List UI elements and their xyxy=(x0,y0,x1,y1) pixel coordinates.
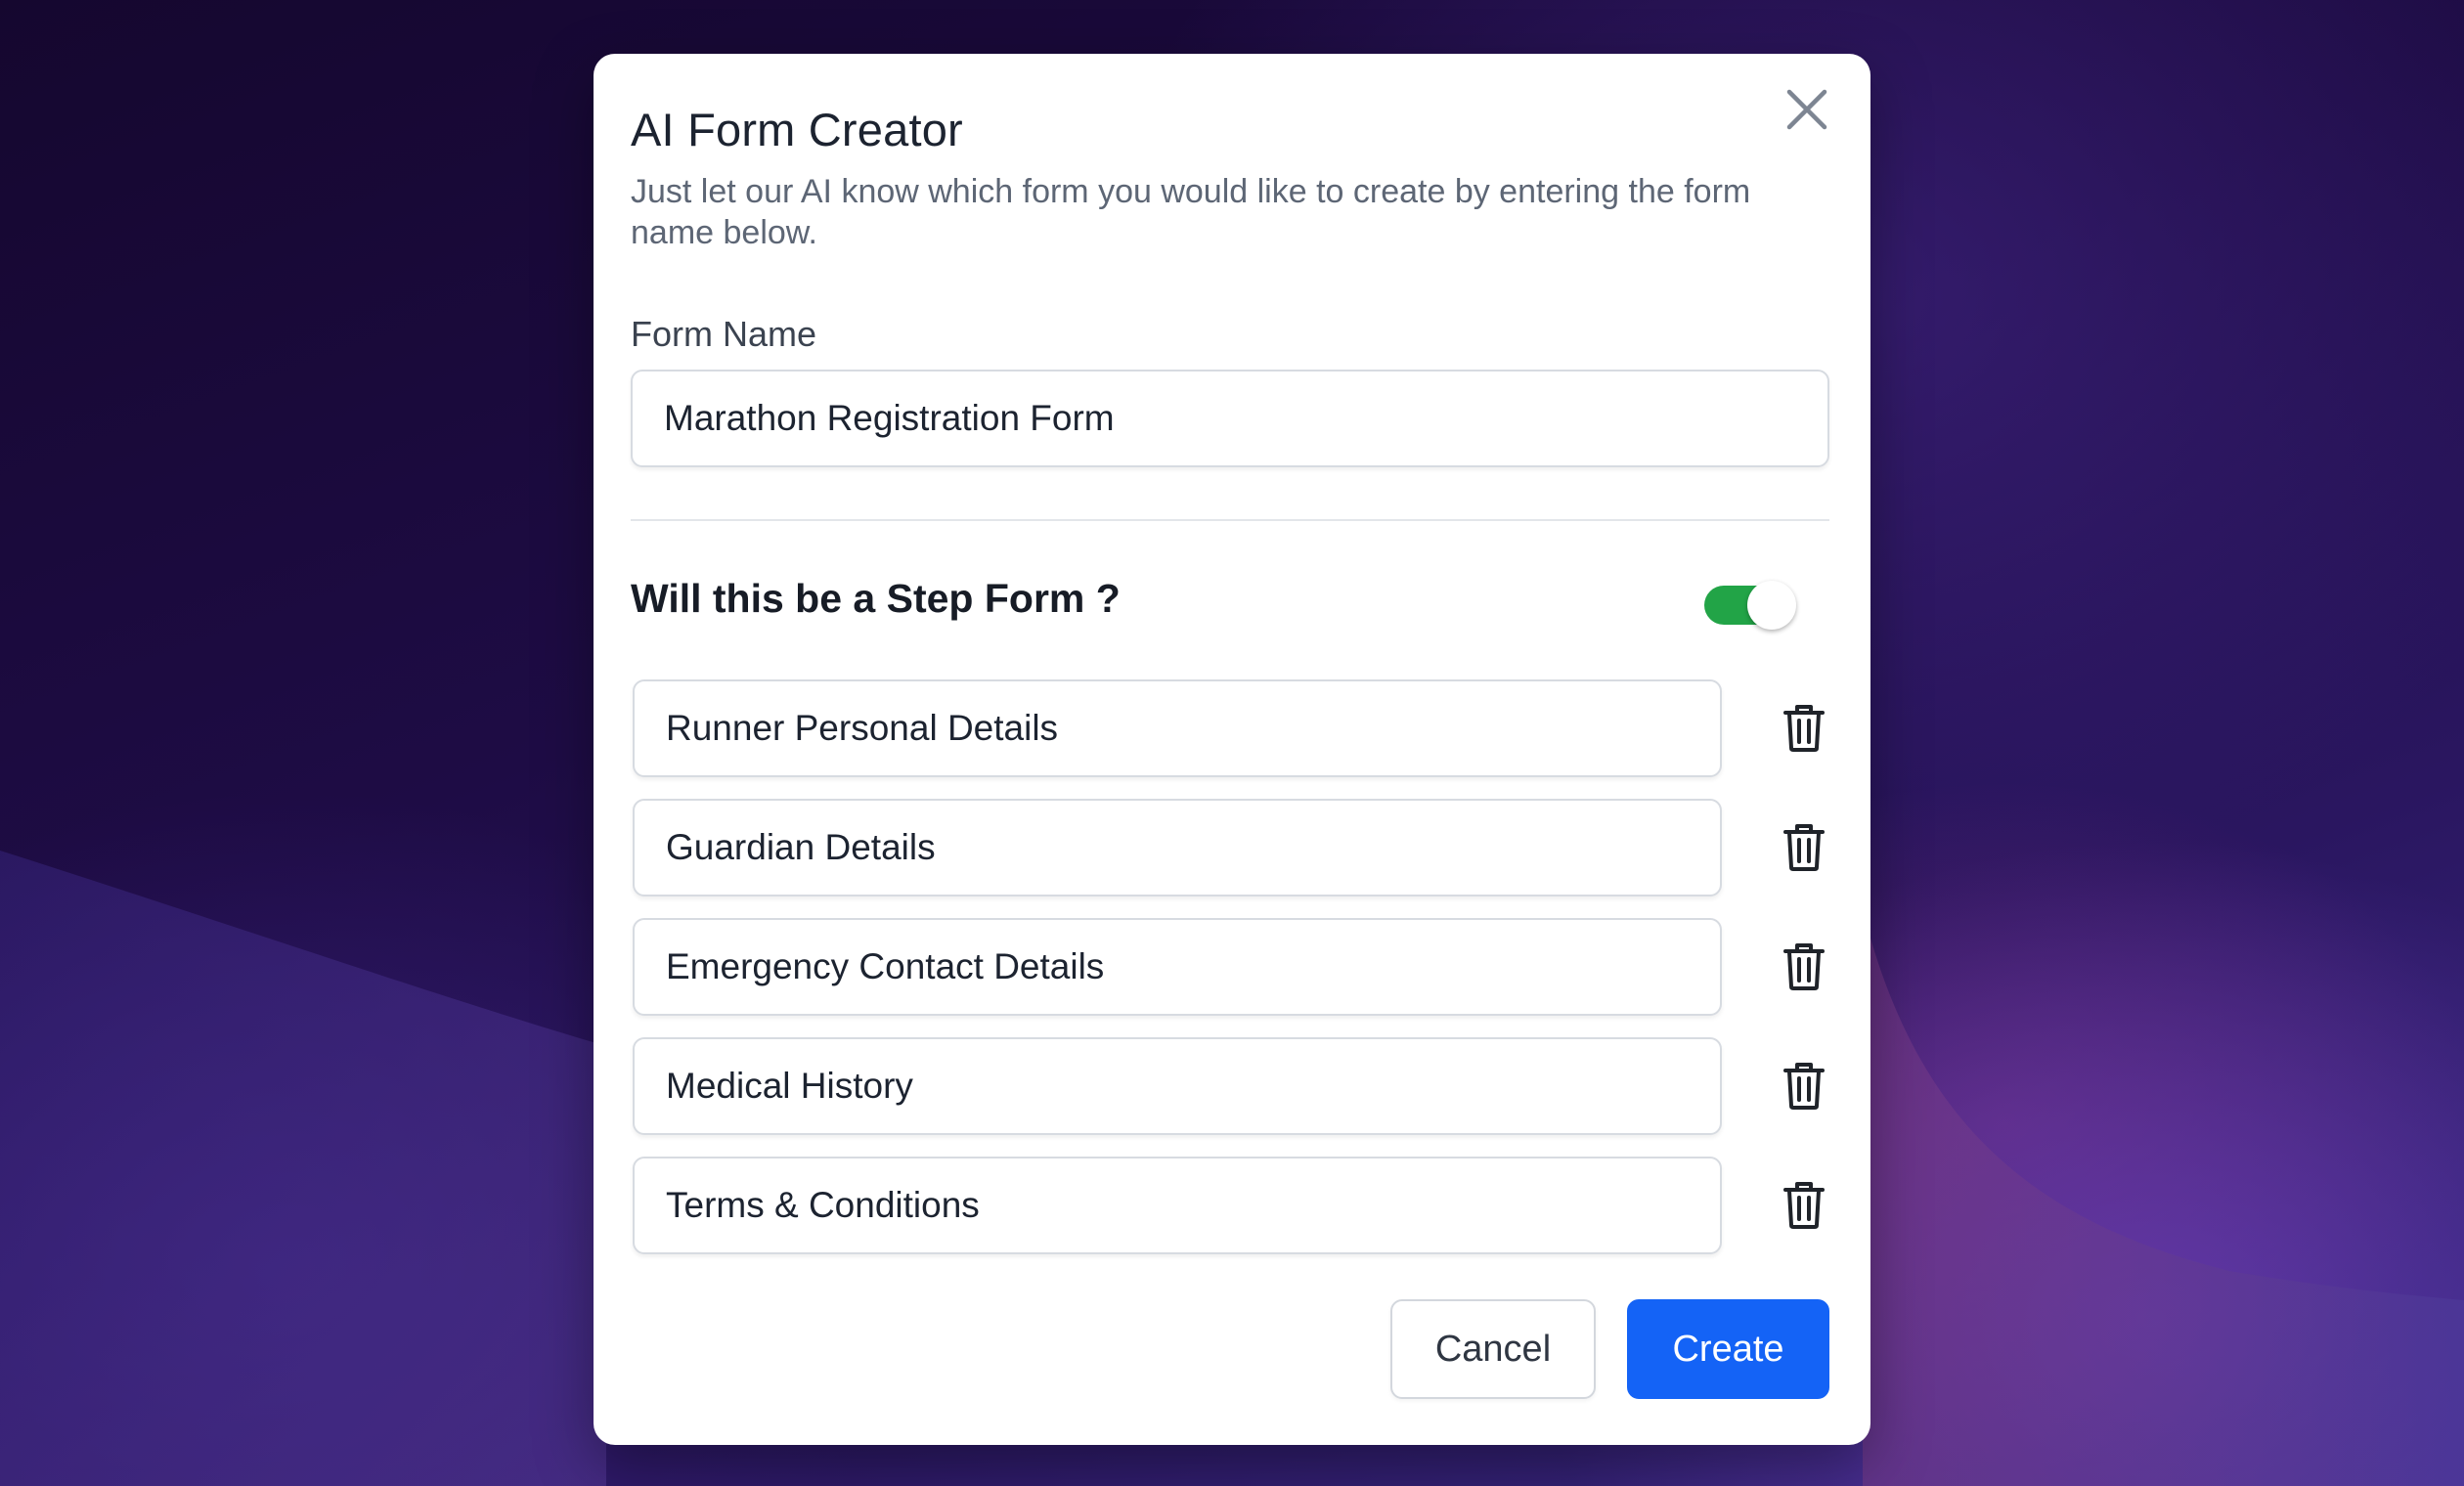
step-name-input[interactable] xyxy=(633,799,1722,896)
toggle-knob xyxy=(1747,581,1796,630)
step-form-question: Will this be a Step Form ? xyxy=(631,576,1121,621)
form-name-label: Form Name xyxy=(631,314,817,354)
step-name-input[interactable] xyxy=(633,1037,1722,1135)
dialog-description: Just let our AI know which form you woul… xyxy=(631,173,1751,251)
step-row xyxy=(633,1037,1845,1135)
close-icon xyxy=(1786,89,1827,130)
step-name-input[interactable] xyxy=(633,918,1722,1016)
trash-icon xyxy=(1783,705,1825,752)
dialog-title: AI Form Creator xyxy=(631,104,963,155)
trash-icon xyxy=(1783,824,1825,871)
form-name-input[interactable] xyxy=(631,370,1829,467)
delete-step-button[interactable] xyxy=(1777,1178,1831,1233)
step-row xyxy=(633,679,1845,777)
trash-icon xyxy=(1783,1063,1825,1110)
trash-icon xyxy=(1783,943,1825,990)
step-name-input[interactable] xyxy=(633,1157,1722,1254)
step-row xyxy=(633,1157,1845,1254)
create-button[interactable]: Create xyxy=(1627,1299,1829,1399)
step-row xyxy=(633,799,1845,896)
delete-step-button[interactable] xyxy=(1777,1059,1831,1114)
cancel-button[interactable]: Cancel xyxy=(1390,1299,1596,1399)
ai-form-creator-dialog: AI Form Creator Just let our AI know whi… xyxy=(594,54,1870,1445)
delete-step-button[interactable] xyxy=(1777,820,1831,875)
trash-icon xyxy=(1783,1182,1825,1229)
delete-step-button[interactable] xyxy=(1777,940,1831,994)
step-list xyxy=(633,679,1845,1276)
delete-step-button[interactable] xyxy=(1777,701,1831,756)
step-name-input[interactable] xyxy=(633,679,1722,777)
step-form-toggle[interactable] xyxy=(1698,580,1796,631)
section-divider xyxy=(631,519,1829,521)
close-button[interactable] xyxy=(1781,83,1833,136)
step-row xyxy=(633,918,1845,1016)
